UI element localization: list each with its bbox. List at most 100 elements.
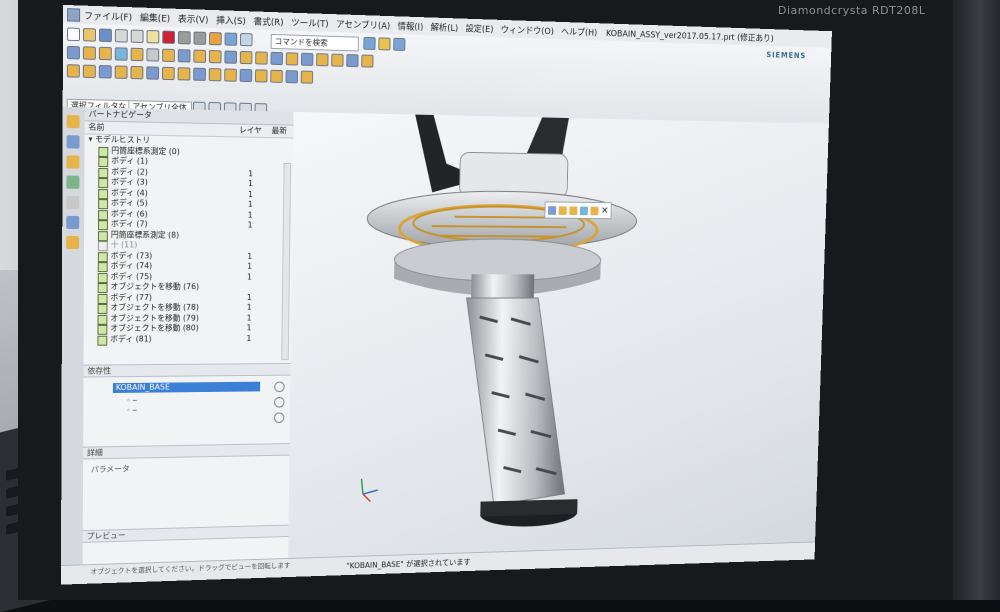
open-icon[interactable] [83, 28, 96, 42]
menu-view[interactable]: 表示(V) [178, 11, 209, 25]
reuse-library-tab-icon[interactable] [66, 176, 79, 189]
hub-block[interactable] [459, 152, 568, 198]
filter-icon[interactable] [274, 397, 284, 408]
foot-body[interactable] [480, 499, 577, 516]
point-icon[interactable] [378, 37, 390, 50]
list-item[interactable]: オブジェクトを移動 (76) [84, 282, 292, 293]
list-item[interactable]: オブジェクトを移動 (78) 1 [84, 303, 292, 314]
layer-icon[interactable] [225, 32, 238, 45]
menu-file[interactable]: ファイル(F) [84, 8, 132, 23]
properties-icon[interactable] [590, 206, 598, 215]
settings-icon[interactable] [274, 412, 284, 423]
edit-parameters-icon[interactable] [559, 206, 567, 215]
wireframe-icon[interactable] [240, 69, 253, 82]
dependency-selected-item[interactable]: KOBAIN_BASE [113, 382, 260, 393]
part-navigator-tab-icon[interactable] [66, 155, 79, 168]
chamfer-icon[interactable] [146, 48, 159, 61]
mirror-icon[interactable] [240, 51, 253, 64]
thicken-icon[interactable] [331, 54, 343, 67]
unite-icon[interactable] [193, 50, 206, 63]
graphics-window[interactable]: ✕ [288, 112, 829, 558]
extrude-icon[interactable] [83, 46, 96, 60]
explode-icon[interactable] [130, 66, 143, 79]
cut-icon[interactable] [115, 29, 128, 43]
assembly-icon[interactable] [67, 64, 80, 78]
datum-plane-icon[interactable] [270, 52, 283, 65]
shaft[interactable] [463, 298, 570, 506]
menu-info[interactable]: 情報(I) [398, 19, 424, 33]
move-face-icon[interactable] [361, 55, 373, 68]
move-object-icon[interactable] [569, 206, 577, 215]
checkbox[interactable] [98, 294, 108, 304]
measure-icon[interactable] [240, 33, 253, 46]
menu-preferences[interactable]: 設定(E) [465, 21, 493, 35]
zoom-icon[interactable] [363, 37, 375, 50]
list-item[interactable]: ボディ (77) 1 [84, 293, 292, 303]
search-icon[interactable] [274, 381, 284, 392]
split-icon[interactable] [346, 54, 358, 67]
move-component-icon[interactable] [115, 65, 128, 78]
trim-icon[interactable] [224, 50, 237, 63]
assembly-navigator-tab-icon[interactable] [67, 115, 80, 128]
history-tab-icon[interactable] [66, 196, 79, 209]
copy-icon[interactable] [131, 30, 144, 44]
render-icon[interactable] [209, 68, 222, 81]
redo-icon[interactable] [193, 31, 206, 44]
hide-icon[interactable] [580, 206, 588, 215]
shell-icon[interactable] [162, 49, 175, 62]
checkbox[interactable] [97, 335, 107, 345]
draft-icon[interactable] [316, 53, 328, 66]
paste-icon[interactable] [146, 30, 159, 44]
menu-help[interactable]: ヘルプ(H) [561, 24, 598, 38]
menu-tools[interactable]: ツール(T) [291, 15, 329, 29]
view-orient-icon[interactable] [301, 71, 313, 84]
list-item[interactable]: オブジェクトを移動 (79) 1 [84, 313, 291, 324]
wave-icon[interactable] [162, 67, 175, 80]
revolve-icon[interactable] [99, 47, 112, 61]
delete-icon[interactable] [162, 31, 175, 44]
collar[interactable] [471, 274, 534, 298]
menu-edit[interactable]: 編集(E) [140, 10, 170, 24]
snap-icon[interactable] [393, 38, 405, 51]
constraint-icon[interactable] [99, 65, 112, 78]
list-item[interactable]: ボディ (74) 1 [84, 261, 292, 272]
menu-format[interactable]: 書式(R) [254, 14, 284, 28]
list-item[interactable]: ボディ (75) 1 [84, 272, 292, 283]
web-browser-tab-icon[interactable] [66, 216, 79, 229]
roles-tab-icon[interactable] [66, 236, 79, 249]
offset-icon[interactable] [255, 51, 268, 64]
menu-window[interactable]: ウィンドウ(O) [501, 22, 554, 36]
shade-icon[interactable] [224, 68, 237, 81]
add-component-icon[interactable] [83, 65, 96, 79]
pan-icon[interactable] [286, 70, 299, 83]
section-icon[interactable] [193, 68, 206, 81]
datum-axis-icon[interactable] [286, 52, 299, 65]
start-icon[interactable] [67, 8, 80, 22]
fit-icon[interactable] [255, 69, 268, 82]
new-icon[interactable] [67, 27, 80, 41]
close-icon[interactable]: ✕ [601, 206, 609, 215]
clearance-icon[interactable] [146, 66, 159, 79]
blend-icon[interactable] [131, 48, 144, 61]
show-dimensions-icon[interactable] [548, 206, 556, 215]
list-item[interactable]: ボディ (81) 1 [84, 333, 291, 344]
csys-icon[interactable] [301, 53, 313, 66]
column-layer[interactable]: レイヤ [235, 124, 268, 137]
reference-set-icon[interactable] [178, 67, 191, 80]
column-uptodate[interactable]: 最新 [268, 125, 287, 137]
constraint-navigator-tab-icon[interactable] [67, 135, 80, 148]
pattern-icon[interactable] [178, 49, 191, 62]
menu-analysis[interactable]: 解析(L) [431, 20, 459, 34]
save-icon[interactable] [99, 29, 112, 43]
rotate-view-icon[interactable] [270, 70, 283, 83]
sketch-icon[interactable] [67, 46, 80, 60]
subtract-icon[interactable] [209, 50, 222, 63]
undo-icon[interactable] [178, 31, 191, 44]
text-icon[interactable] [209, 32, 222, 45]
dependency-child[interactable]: ◦ ─ [126, 407, 136, 415]
menu-insert[interactable]: 挿入(S) [216, 13, 246, 27]
dependency-child[interactable]: ◦ ─ [126, 397, 136, 405]
command-search-input[interactable]: コマンドを検索 [271, 34, 359, 52]
hole-icon[interactable] [115, 47, 128, 61]
menu-assembly[interactable]: アセンブリ(A) [336, 17, 390, 32]
